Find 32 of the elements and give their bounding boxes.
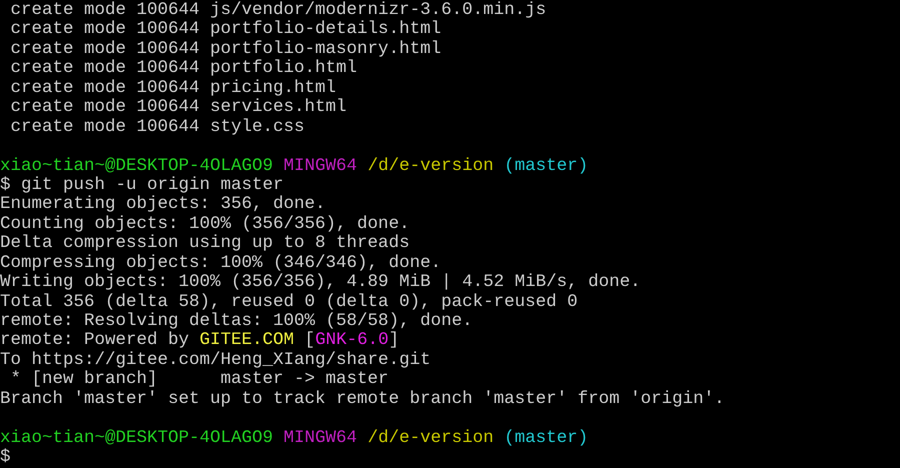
terminal-text: GNK-6.0 (315, 331, 389, 351)
terminal-text: (master) (504, 156, 588, 176)
terminal-text: create mode 100644 portfolio-masonry.html (10, 40, 442, 59)
terminal-text: ] (388, 331, 400, 351)
terminal-text: xiao~tian~@DESKTOP-4OLAGO9 (0, 156, 274, 176)
terminal-text: create mode 100644 pricing.html (10, 78, 336, 98)
terminal-text: /d/e-version (368, 428, 494, 448)
terminal-text: Total 356 (delta 58), reused 0 (delta 0), pack-reused 0 (0, 292, 578, 312)
terminal-text: [ (304, 331, 316, 351)
terminal-text: /d/e-version (368, 156, 494, 176)
terminal-text: Writing objects: 100% (356/356), 4.89 MiB | 4.52 MiB/s, done. (0, 273, 641, 293)
terminal-text: Compressing objects: 100% (346/346), done. (0, 254, 442, 273)
terminal-text: MINGW64 (284, 428, 358, 448)
terminal-text: Enumerating objects: 356, done. (0, 195, 326, 215)
terminal-text: xiao~tian~@DESKTOP-4OLAGO9 (0, 428, 274, 448)
terminal-text: Delta compression using up to 8 threads (0, 234, 410, 254)
terminal-text: create mode 100644 js/vendor/modernizr-3.6.0.min.js (10, 1, 546, 20)
terminal-text: To https://gitee.com/Heng_XIang/share.git (0, 350, 431, 370)
terminal-text: (master) (504, 428, 588, 448)
terminal-text: MINGW64 (284, 156, 358, 176)
terminal-text: create mode 100644 style.css (10, 118, 305, 138)
terminal-text: create mode 100644 services.html (10, 98, 347, 118)
terminal-text: Counting objects: 100% (356/356), done. (0, 214, 410, 234)
terminal-text: $ (0, 448, 11, 468)
terminal-text: * [new branch] master -> master (10, 370, 389, 390)
terminal-text: remote: Powered by (0, 331, 190, 351)
terminal-text: Branch 'master' set up to track remote branch 'master' from 'origin'. (0, 390, 725, 410)
terminal-text: GITEE.COM (200, 331, 294, 351)
terminal-text: create mode 100644 portfolio-details.html (10, 20, 442, 40)
terminal-text: $ git push -u origin master (0, 176, 284, 195)
terminal-text: create mode 100644 portfolio.html (10, 59, 358, 79)
terminal-text: remote: Resolving deltas: 100% (58/58), done. (0, 312, 473, 331)
